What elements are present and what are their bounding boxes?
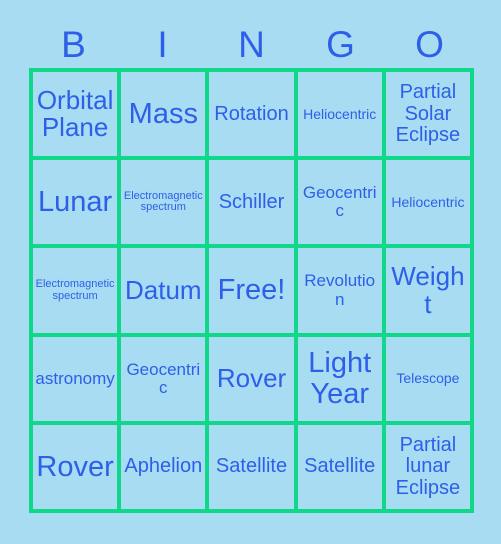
bingo-cell-label: Weight: [391, 260, 465, 319]
bingo-cell-label: Datum: [125, 274, 202, 305]
bingo-cell[interactable]: Heliocentric: [297, 72, 386, 161]
bingo-cell-label: Heliocentric: [391, 193, 465, 210]
bingo-cell-label: Satellite: [304, 455, 376, 478]
bingo-cell[interactable]: Rover: [209, 336, 298, 425]
bingo-cell[interactable]: Weight: [385, 248, 475, 337]
bingo-cell-label: Revolution: [304, 271, 376, 309]
bingo-cell-label: Lunar: [38, 185, 113, 218]
bingo-cell[interactable]: Heliocentric: [385, 160, 475, 249]
bingo-cell[interactable]: Partial lunar Eclipse: [385, 424, 475, 514]
bingo-cell[interactable]: Light Year: [297, 336, 386, 425]
bingo-cell-label: Light Year: [308, 346, 372, 410]
bingo-cell[interactable]: Electromagnetic spectrum: [121, 160, 210, 249]
bingo-cell-label: Rover: [216, 362, 287, 393]
bingo-cell-label: Partial Solar Eclipse: [395, 81, 461, 146]
bingo-cell[interactable]: Electromagnetic spectrum: [33, 248, 122, 337]
bingo-cell-label: Orbital Plane: [36, 84, 114, 143]
bingo-header-letter: N: [238, 23, 265, 65]
bingo-cell[interactable]: Datum: [121, 248, 210, 337]
bingo-row: Rover Aphelion Satellite Satellite Partial l…: [33, 424, 475, 514]
bingo-cell-label: Free!: [217, 274, 286, 307]
bingo-cell-label: Satellite: [215, 455, 288, 478]
bingo-row: Orbital Plane Mass Rotation Heliocentric Par…: [33, 72, 475, 161]
bingo-cell[interactable]: Partial Solar Eclipse: [385, 72, 475, 161]
bingo-header-letter: O: [415, 23, 444, 65]
bingo-cell[interactable]: Free!: [209, 248, 298, 337]
bingo-header-letter: I: [157, 23, 168, 65]
bingo-cell[interactable]: Mass: [121, 72, 210, 161]
bingo-cell-label: Electromagnetic spectrum: [123, 189, 203, 214]
bingo-card: B I N G O Orbital Plane Mass Rotation Heliocent…: [0, 0, 501, 544]
bingo-cell[interactable]: Geocentric: [121, 336, 210, 425]
bingo-cell[interactable]: Orbital Plane: [33, 72, 122, 161]
bingo-cell-label: Rotation: [214, 102, 289, 125]
bingo-cell[interactable]: Telescope: [385, 336, 475, 425]
bingo-cell-label: Partial lunar Eclipse: [395, 434, 461, 499]
bingo-row: astronomy Geocentric Rover Light Year Telesc…: [33, 336, 475, 425]
bingo-cell[interactable]: Revolution: [297, 248, 386, 337]
bingo-cell[interactable]: astronomy: [33, 336, 122, 425]
bingo-cell-label: Aphelion: [124, 455, 203, 478]
bingo-cell[interactable]: Satellite: [297, 424, 386, 514]
bingo-cell-label: Telescope: [396, 370, 460, 387]
bingo-header-letter: B: [61, 23, 86, 65]
bingo-cell[interactable]: Lunar: [33, 160, 122, 249]
bingo-cell[interactable]: Schiller: [209, 160, 298, 249]
bingo-cell-label: astronomy: [35, 368, 115, 388]
bingo-header: BINGO: [29, 20, 474, 68]
bingo-cell[interactable]: Rotation: [209, 72, 298, 161]
bingo-cell[interactable]: Satellite: [209, 424, 298, 514]
bingo-cell-label: Geocentric: [302, 183, 377, 221]
bingo-cell-label: Schiller: [218, 190, 285, 213]
bingo-cell[interactable]: Rover: [33, 424, 122, 514]
bingo-cell-label: Heliocentric: [303, 105, 377, 122]
bingo-cell[interactable]: Aphelion: [121, 424, 210, 514]
bingo-cell-label: Rover: [36, 450, 114, 483]
bingo-header-letter: G: [326, 23, 355, 65]
bingo-cell[interactable]: Geocentric: [297, 160, 386, 249]
bingo-row: Electromagnetic spectrum Datum Free! Revolu…: [33, 248, 475, 337]
bingo-grid: Orbital Plane Mass Rotation Heliocentric Par…: [29, 68, 475, 514]
bingo-cell-label: Mass: [128, 97, 198, 130]
bingo-cell-label: Geocentric: [126, 359, 201, 397]
bingo-row: Lunar Electromagnetic spectrum Schiller Geo…: [33, 160, 475, 249]
bingo-cell-label: Electromagnetic spectrum: [35, 277, 115, 302]
